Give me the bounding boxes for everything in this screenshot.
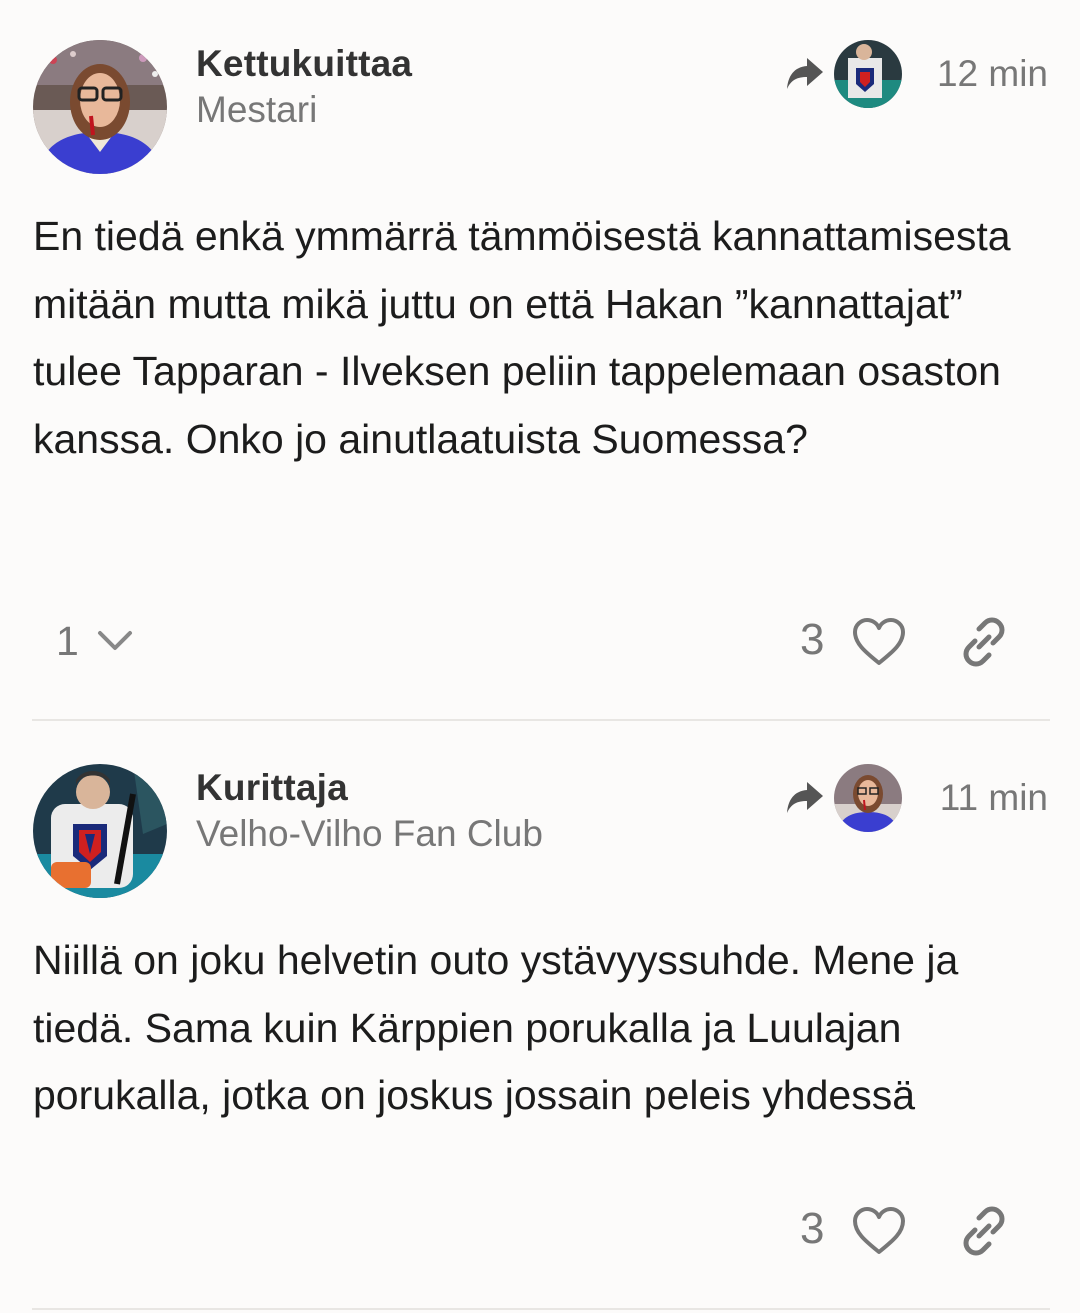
post-time[interactable]: 11 min — [940, 777, 1048, 819]
username[interactable]: Kurittaja — [196, 767, 348, 809]
heart-icon[interactable] — [852, 1206, 906, 1256]
reply-arrow-icon[interactable] — [785, 780, 825, 816]
replies-toggle[interactable]: 1 — [56, 611, 133, 671]
post-divider — [32, 719, 1050, 721]
like-count: 3 — [800, 1204, 825, 1253]
post-body: Niillä on joku helvetin outo ystävyyssuh… — [33, 937, 959, 1118]
username[interactable]: Kettukuittaa — [196, 43, 412, 85]
user-avatar[interactable] — [33, 764, 167, 898]
link-icon[interactable] — [957, 1206, 1011, 1256]
post-time[interactable]: 12 min — [937, 53, 1048, 95]
post-body: En tiedä enkä ymmärrä tämmöisestä kannat… — [33, 213, 1011, 462]
reply-to-avatar[interactable] — [834, 40, 902, 108]
chevron-down-icon — [97, 631, 132, 650]
user-title: Mestari — [196, 89, 318, 130]
reply-arrow-icon[interactable] — [785, 56, 825, 92]
user-avatar[interactable] — [33, 40, 167, 174]
post-divider — [32, 1308, 1050, 1310]
user-title: Velho-Vilho Fan Club — [196, 813, 543, 854]
heart-icon[interactable] — [852, 617, 906, 667]
reply-to-avatar[interactable] — [834, 764, 902, 832]
like-count: 3 — [800, 615, 825, 664]
replies-count: 1 — [56, 617, 79, 664]
link-icon[interactable] — [957, 617, 1011, 667]
